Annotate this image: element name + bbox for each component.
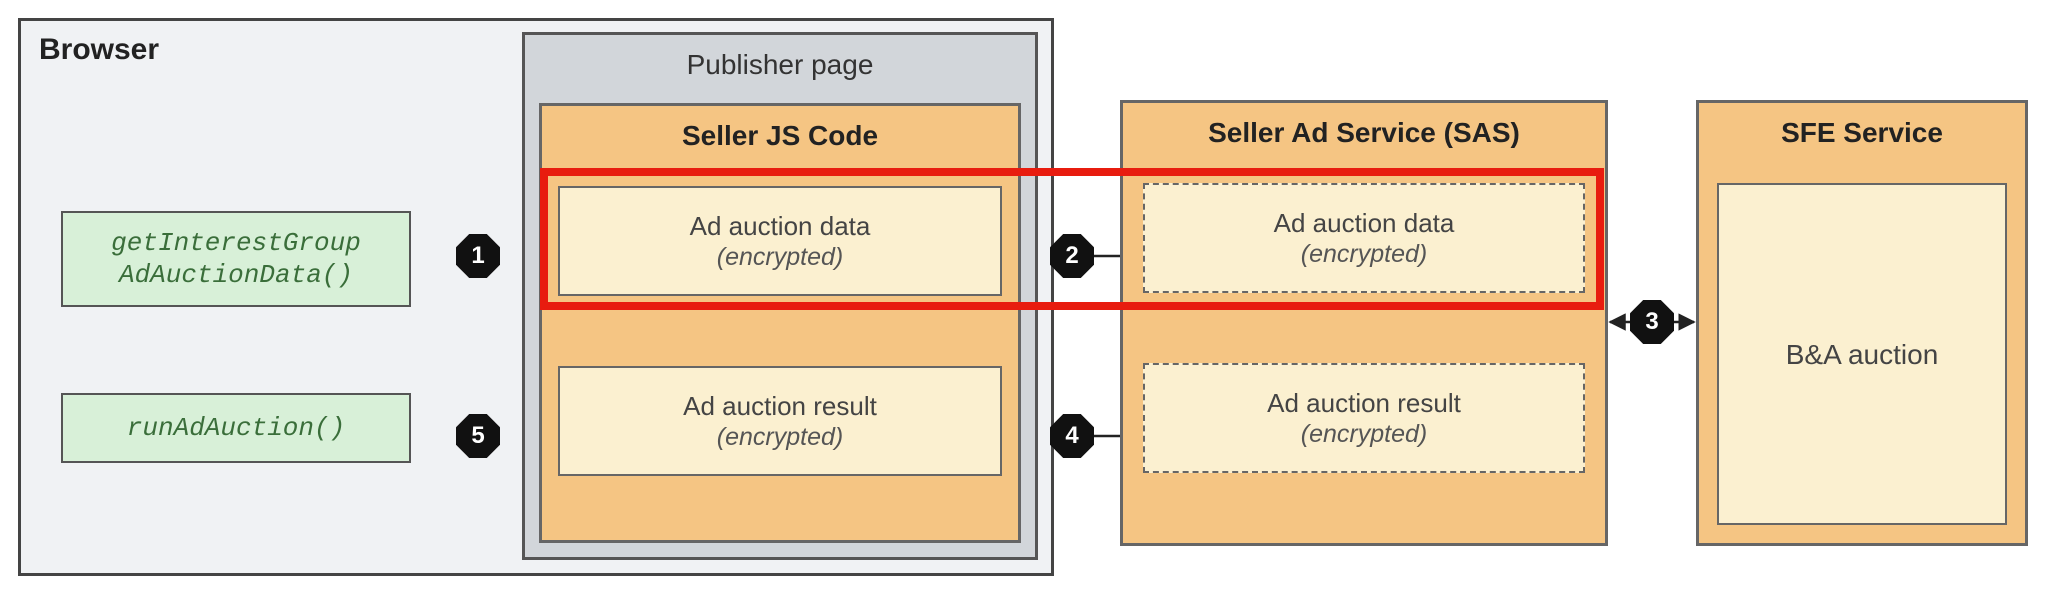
step-4-badge: 4 [1050,414,1094,458]
step-2-number: 2 [1065,242,1078,270]
sfe-service-label: SFE Service [1699,117,2025,149]
seller-js-ad-auction-result-title: Ad auction result [683,390,877,423]
ba-auction-text: B&A auction [1786,337,1939,372]
step-3-badge: 3 [1630,300,1674,344]
browser-label: Browser [39,33,159,67]
diagram-root: Browser getInterestGroup AdAuctionData()… [0,0,2048,594]
api-run-ad-auction: runAdAuction() [61,393,411,463]
sas-ad-auction-result: Ad auction result (encrypted) [1143,363,1585,473]
publisher-page-box: Publisher page Seller JS Code Ad auction… [522,32,1038,560]
seller-js-ad-auction-result: Ad auction result (encrypted) [558,366,1002,476]
ba-auction-box: B&A auction [1717,183,2007,525]
step-5-badge: 5 [456,414,500,458]
sas-ad-auction-data: Ad auction data (encrypted) [1143,183,1585,293]
seller-js-code-label: Seller JS Code [542,120,1018,152]
seller-js-ad-auction-result-sub: (encrypted) [717,423,843,452]
seller-ad-service-label: Seller Ad Service (SAS) [1123,117,1605,149]
seller-js-code-box: Seller JS Code Ad auction data (encrypte… [539,103,1021,543]
seller-ad-service-box: Seller Ad Service (SAS) Ad auction data … [1120,100,1608,546]
sas-ad-auction-result-title: Ad auction result [1267,387,1461,420]
api-get-interest-group: getInterestGroup AdAuctionData() [61,211,411,307]
seller-js-ad-auction-data: Ad auction data (encrypted) [558,186,1002,296]
seller-js-ad-auction-data-sub: (encrypted) [717,243,843,272]
sfe-service-box: SFE Service B&A auction [1696,100,2028,546]
step-1-number: 1 [471,242,484,270]
step-3-number: 3 [1645,308,1658,336]
sas-ad-auction-data-sub: (encrypted) [1301,240,1427,269]
step-1-badge: 1 [456,234,500,278]
seller-js-ad-auction-data-title: Ad auction data [690,210,871,243]
step-5-number: 5 [471,422,484,450]
step-2-badge: 2 [1050,234,1094,278]
api-get-interest-group-text: getInterestGroup AdAuctionData() [83,227,389,292]
sas-ad-auction-data-title: Ad auction data [1274,207,1455,240]
sas-ad-auction-result-sub: (encrypted) [1301,420,1427,449]
step-4-number: 4 [1065,422,1078,450]
publisher-page-label: Publisher page [525,49,1035,81]
api-run-ad-auction-text: runAdAuction() [127,412,345,445]
